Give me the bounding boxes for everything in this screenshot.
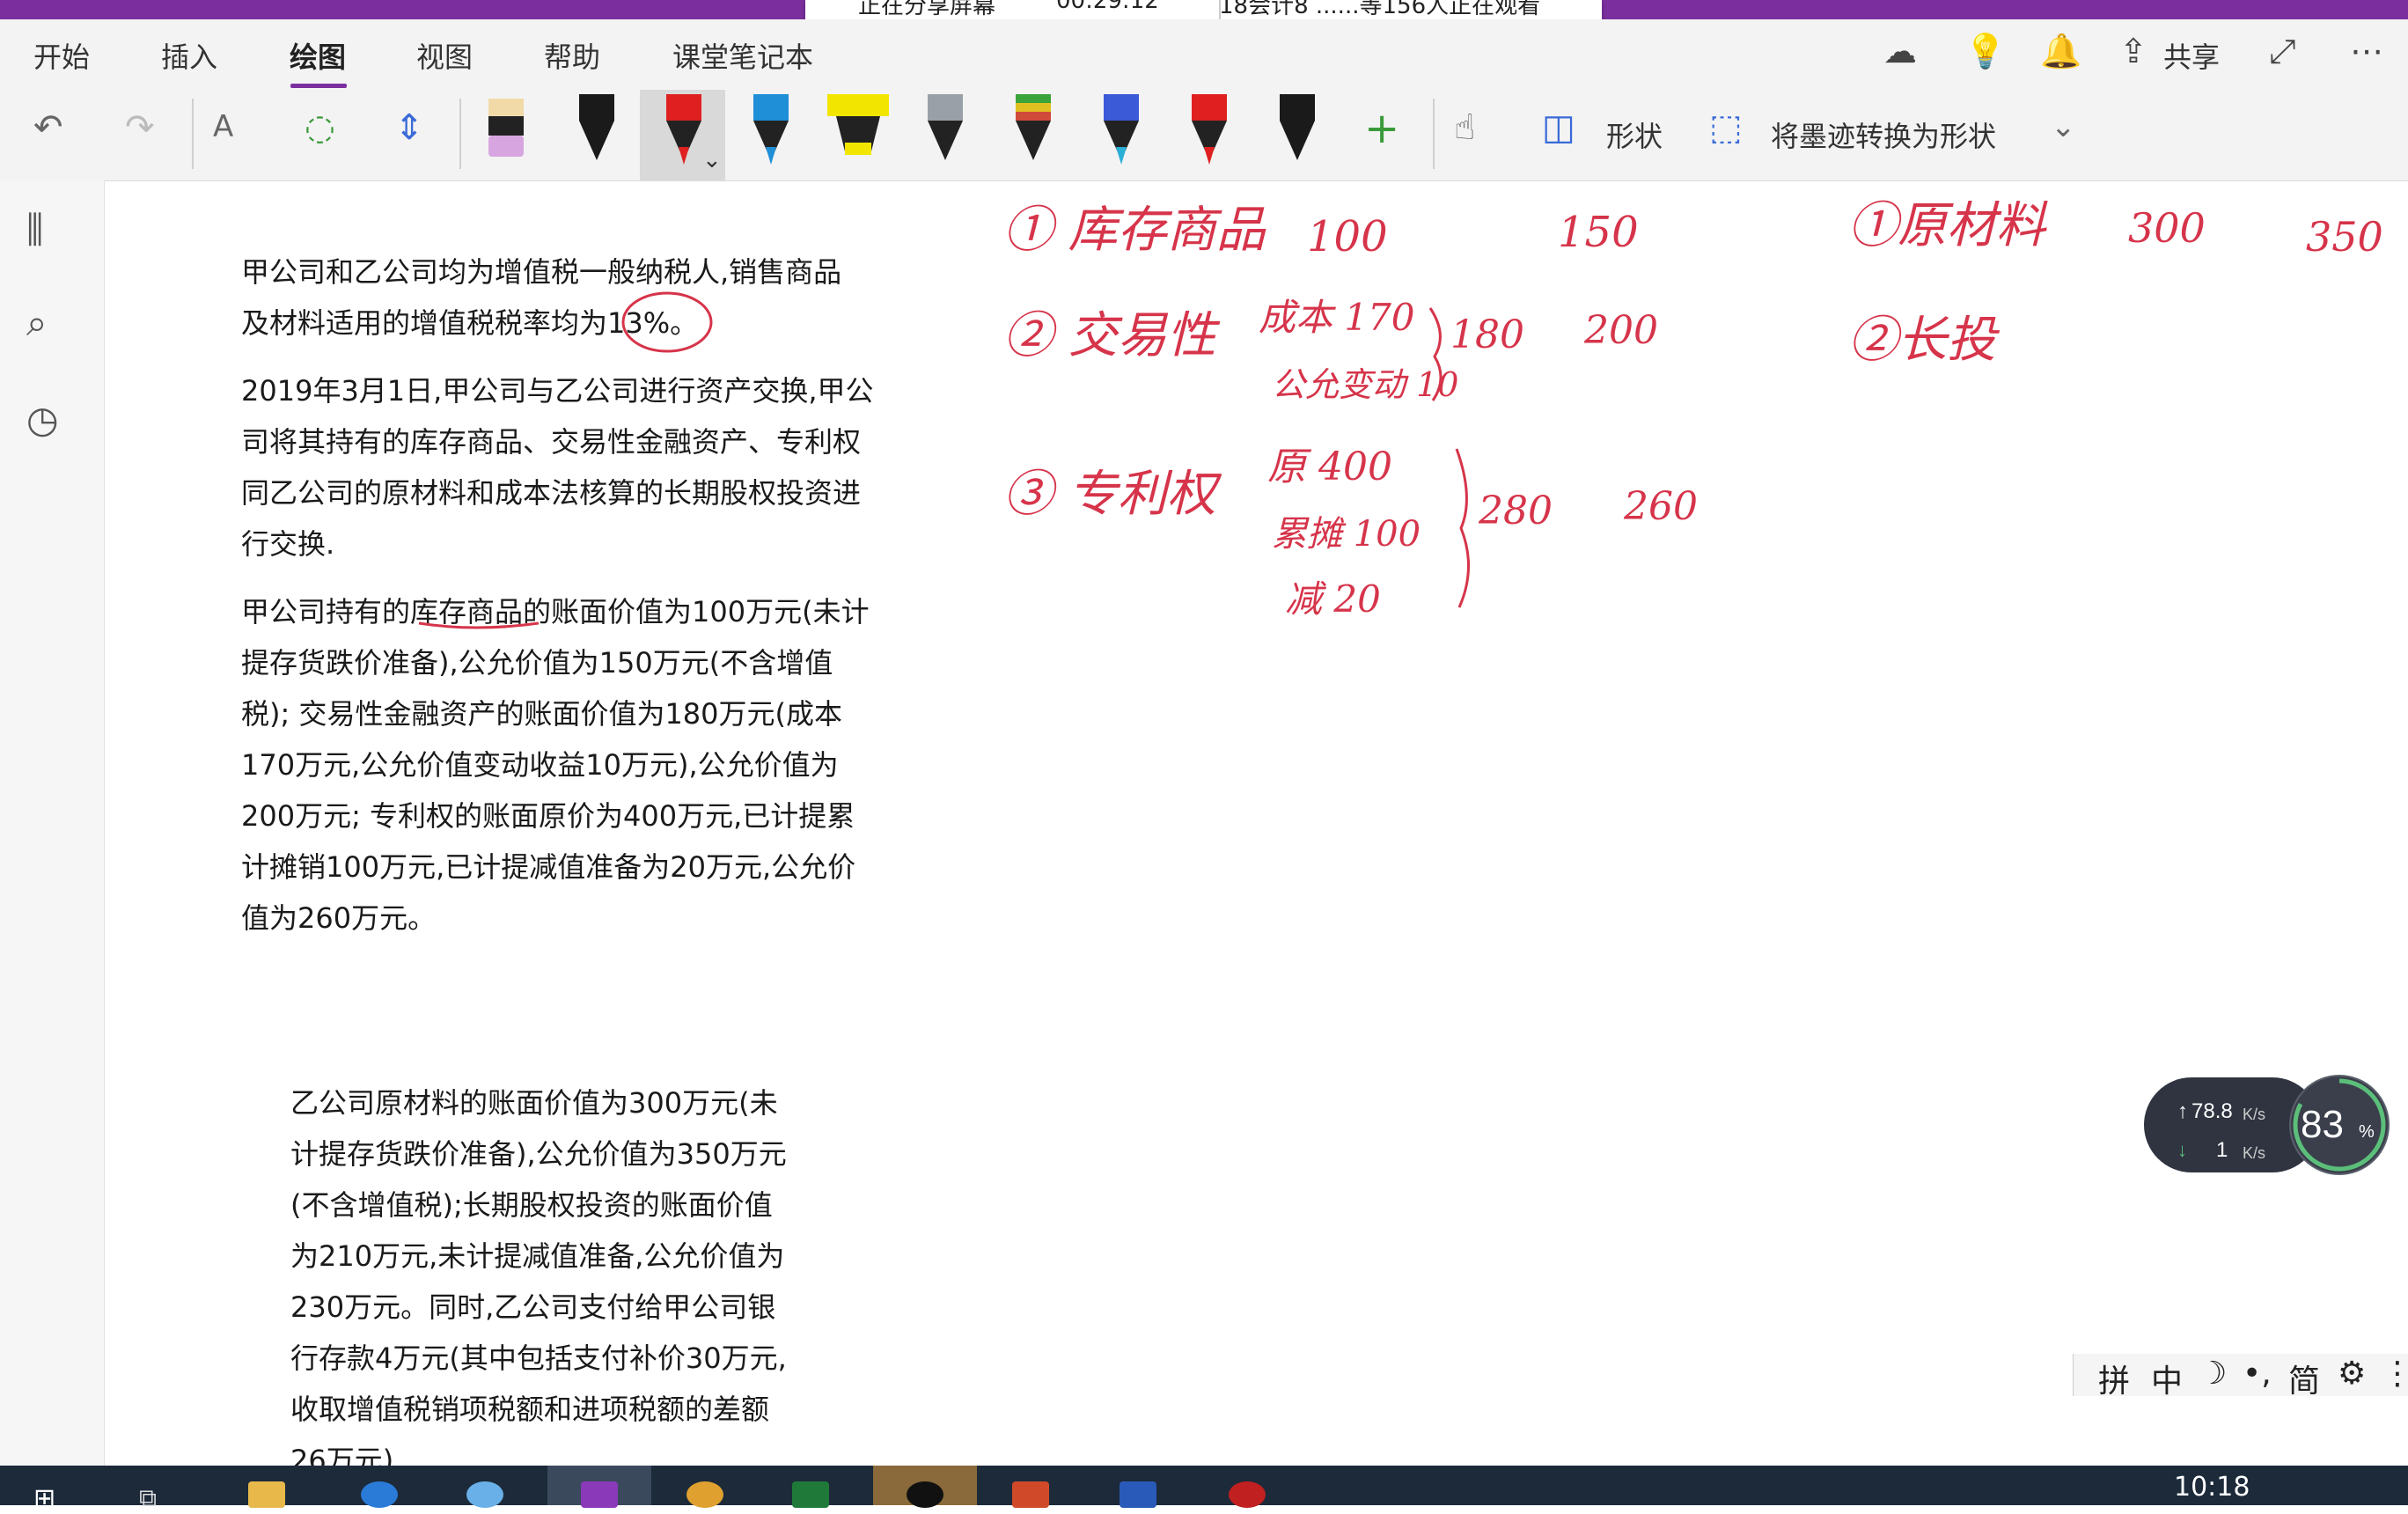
touch-draw-icon[interactable]: ☝: [1454, 107, 1475, 148]
edge-icon[interactable]: [361, 1481, 398, 1508]
toolbar-separator: [1433, 99, 1435, 169]
gear-icon[interactable]: ⚙: [2338, 1356, 2366, 1392]
lightbulb-icon[interactable]: 💡: [1964, 32, 2006, 71]
ink-circle-13pct: [621, 291, 713, 353]
network-speed-widget[interactable]: ↑ 78.8 K/s ↓ 1 K/s 83 %: [2142, 1072, 2406, 1178]
paragraph-yi-assets: 乙公司原材料的账面价值为300万元(未 计提存货跌价准备),公允价值为350万元…: [290, 1077, 787, 1486]
text-line: 收取增值税销项税额和进项税额的差额: [290, 1393, 770, 1426]
pen-red[interactable]: [1192, 94, 1227, 165]
shapes-icon[interactable]: ◫: [1542, 107, 1575, 148]
text-line: 计提存货跌价准备),公允价值为350万元: [290, 1137, 787, 1171]
ink-row3-label: ③ 专利权: [1003, 466, 1222, 523]
download-arrow-icon: ↓: [2177, 1139, 2187, 1161]
qq-icon[interactable]: [907, 1481, 943, 1508]
pen-cosmic[interactable]: [1104, 94, 1139, 165]
ink-row3-impair: 减 20: [1285, 577, 1381, 621]
ink-row1-book: 100: [1307, 212, 1388, 261]
pen-rainbow[interactable]: [1016, 94, 1051, 160]
moon-icon[interactable]: ☽: [2199, 1356, 2227, 1392]
powerpoint-icon[interactable]: [1012, 1481, 1049, 1508]
windows-start-icon[interactable]: ⊞: [33, 1483, 55, 1514]
text-line: (不含增值税);长期股权投资的账面价值: [290, 1188, 773, 1222]
handwritten-notes: ① 库存商品 100 150 ② 交易性 成本 170 公允变动 10 180 …: [1003, 197, 2383, 621]
share-viewers: 18会计8 ......等156人正在观看: [1219, 0, 1541, 19]
text-ink-annotations: [418, 291, 713, 629]
ink-brace: [1455, 448, 1470, 608]
ink-row2-change: 公允变动 10: [1272, 365, 1458, 404]
ink-row1-fair: 150: [1558, 208, 1639, 257]
word-icon[interactable]: [1120, 1481, 1156, 1508]
app-icon[interactable]: [686, 1481, 723, 1508]
ink-right1-fair: 350: [2306, 213, 2383, 261]
punctuation-icon[interactable]: •,: [2243, 1356, 2272, 1392]
ink-to-shape-button[interactable]: 将墨迹转换为形状: [1771, 114, 1996, 155]
upload-unit: K/s: [2243, 1106, 2265, 1123]
download-unit: K/s: [2243, 1144, 2265, 1162]
share-timer: 00:29:12: [1056, 0, 1159, 14]
task-view-icon[interactable]: ⧉: [139, 1483, 157, 1513]
ink-row2-cost: 成本 170: [1259, 296, 1415, 339]
memory-percent: 83: [2301, 1103, 2344, 1146]
share-icon[interactable]: ⇪: [2119, 32, 2147, 70]
add-pen-icon[interactable]: +: [1364, 104, 1399, 153]
ink-row2-fair: 200: [1583, 308, 1658, 353]
ink-row3-fair: 260: [1623, 484, 1698, 529]
sync-icon[interactable]: ☁: [1883, 32, 1917, 70]
excel-icon[interactable]: [792, 1481, 829, 1508]
pen-black-2[interactable]: [1280, 94, 1315, 160]
ink-row2-label: ② 交易性: [1003, 307, 1221, 364]
share-button[interactable]: 共享: [2163, 35, 2220, 76]
onenote-icon[interactable]: [581, 1481, 618, 1508]
more-icon[interactable]: ⋯: [2350, 32, 2383, 70]
ink-row3-book: 280: [1478, 489, 1553, 533]
upload-arrow-icon: ↑: [2177, 1099, 2188, 1123]
app-icon[interactable]: [466, 1481, 503, 1508]
ink-row1-label: ① 库存商品: [1003, 202, 1266, 259]
ink-right1-book: 300: [2128, 204, 2206, 252]
taskbar-clock[interactable]: 10:18: [2174, 1472, 2250, 1503]
ime-chinese-mode[interactable]: 中: [2151, 1356, 2183, 1401]
percent-sign: %: [2359, 1122, 2375, 1142]
text-line: 230万元。同时,乙公司支付给甲公司银: [290, 1290, 776, 1324]
ink-row3-amort: 累摊 100: [1272, 514, 1421, 555]
ink-row3-orig: 原 400: [1267, 445, 1392, 489]
ime-pinyin[interactable]: 拼: [2098, 1356, 2130, 1401]
file-explorer-icon[interactable]: [248, 1481, 285, 1508]
ime-more-icon[interactable]: ⋮: [2382, 1356, 2408, 1392]
ink-underline-inventory: [418, 621, 540, 629]
text-line: 行存款4万元(其中包括支付补价30万元,: [290, 1341, 787, 1375]
expand-icon[interactable]: ⤢: [2269, 32, 2295, 71]
ime-toolbar: 拼 中 ☽ •, 简 ⚙ ⋮: [2073, 1354, 2408, 1400]
record-icon[interactable]: [1229, 1481, 1266, 1508]
ink-row2-book: 180: [1450, 312, 1524, 357]
text-line: 乙公司原材料的账面价值为300万元(未: [290, 1086, 778, 1120]
ink-right2-label: ②长投: [1848, 312, 2001, 369]
ink-right1-label: ①原材料: [1848, 197, 2048, 254]
ime-simplified[interactable]: 简: [2288, 1356, 2320, 1401]
download-speed: 1: [2216, 1138, 2228, 1162]
ink-to-shape-icon[interactable]: ⬚: [1709, 107, 1743, 148]
chevron-down-icon[interactable]: ⌄: [2051, 109, 2076, 144]
shapes-button[interactable]: 形状: [1606, 114, 1663, 155]
text-line: 为210万元,未计提减值准备,公允价值为: [290, 1239, 785, 1273]
upload-speed: 78.8: [2191, 1099, 2233, 1123]
bell-icon[interactable]: 🔔: [2040, 32, 2081, 71]
